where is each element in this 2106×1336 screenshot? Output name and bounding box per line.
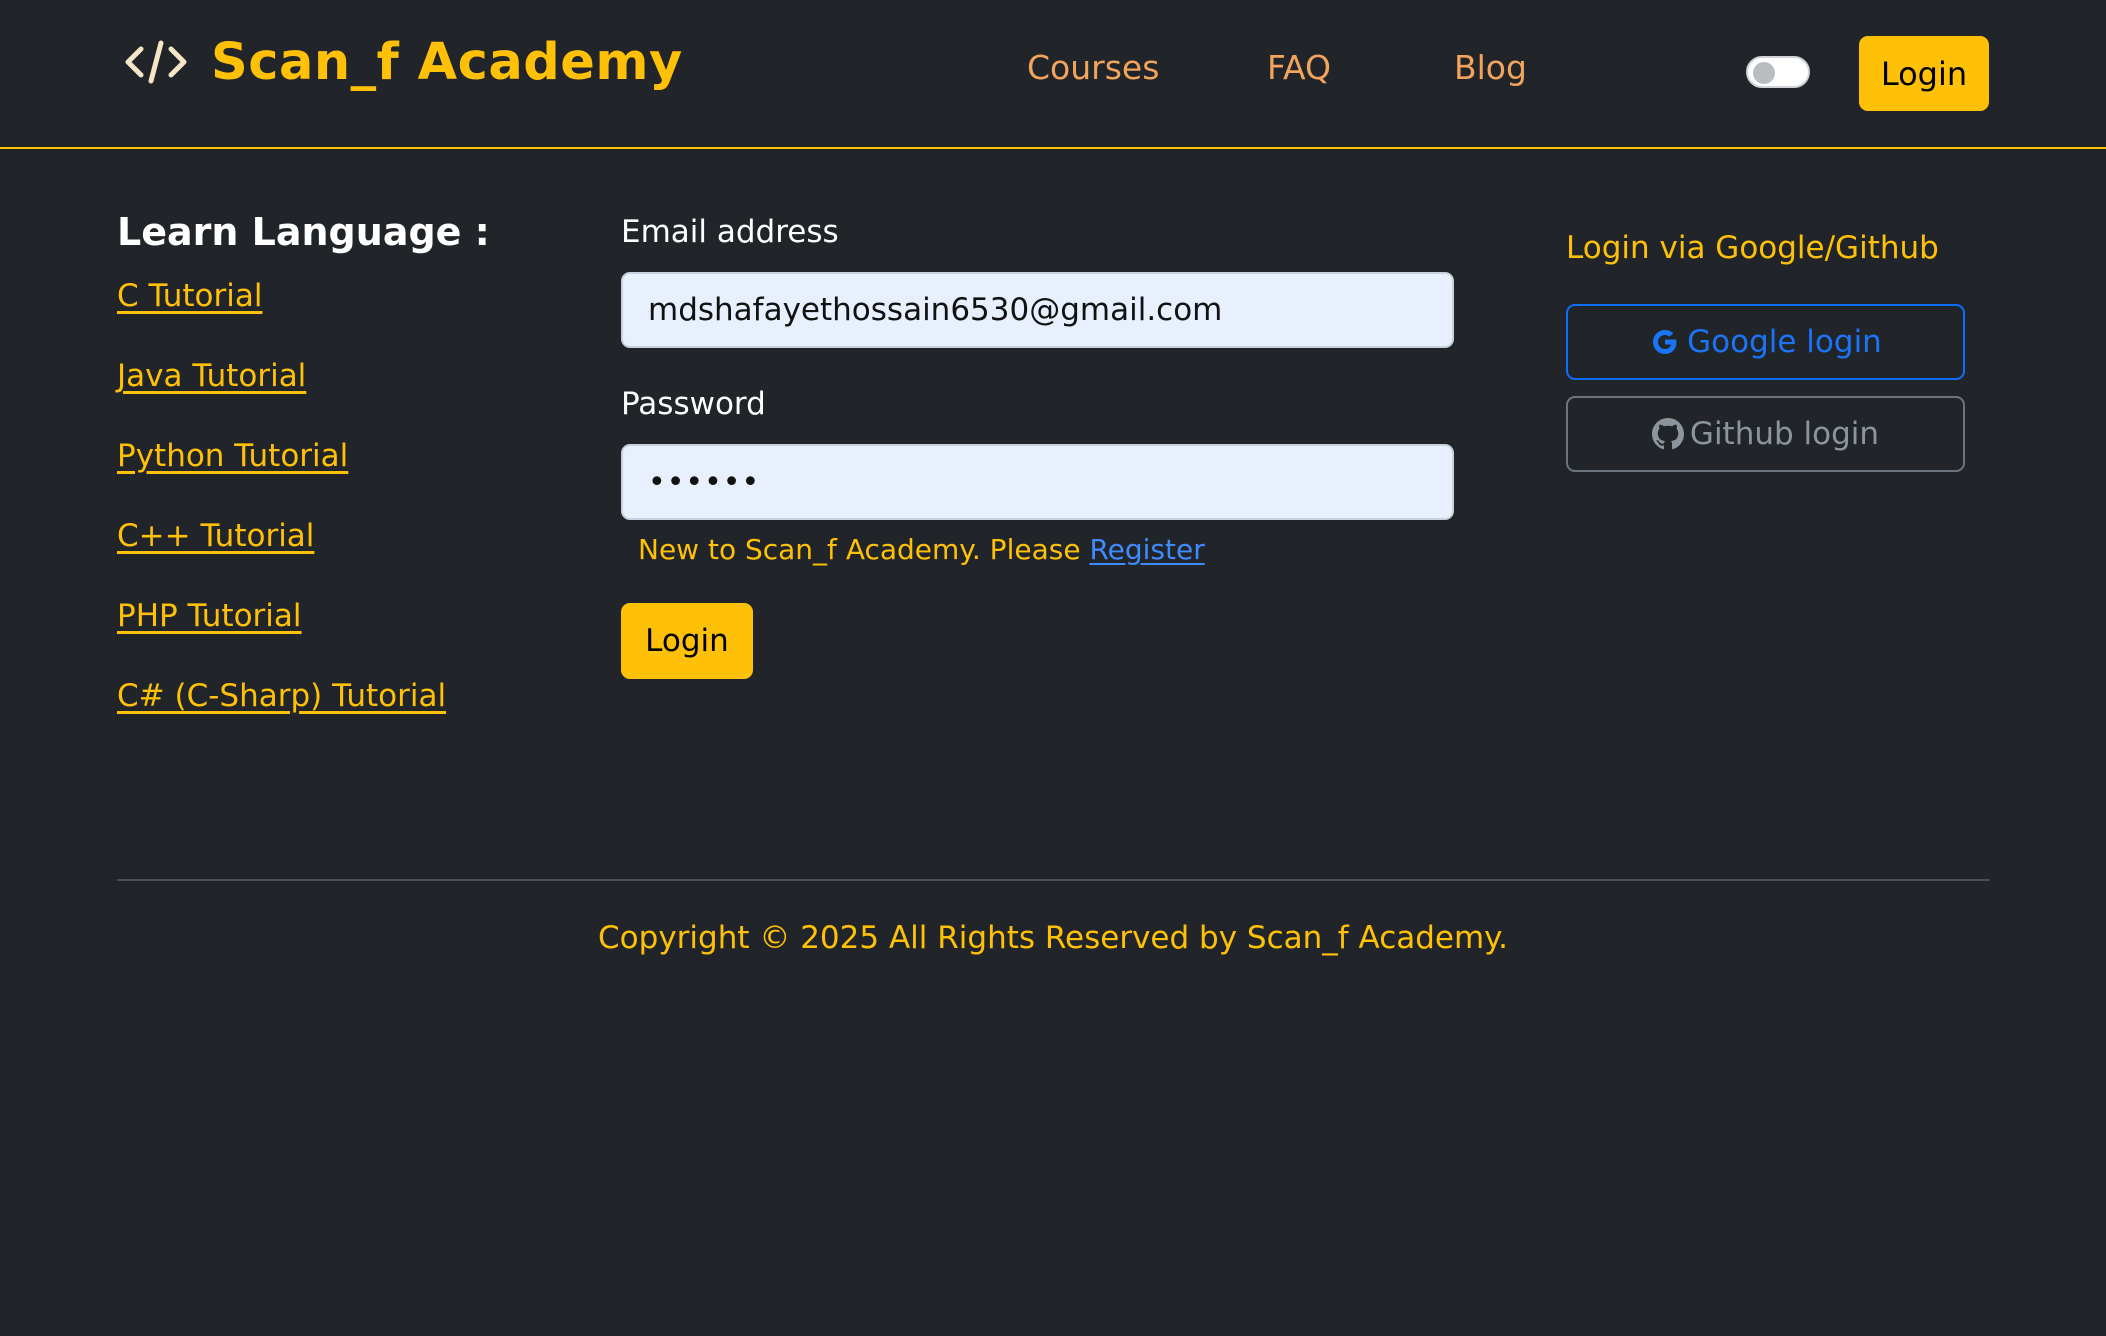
tutorial-link-python[interactable]: Python Tutorial [117, 438, 348, 475]
nav-login-button[interactable]: Login [1859, 36, 1989, 111]
email-field[interactable]: mdshafayethossain6530@gmail.com [621, 272, 1454, 348]
tutorial-link-php[interactable]: PHP Tutorial [117, 598, 302, 635]
google-icon [1649, 326, 1681, 358]
google-login-button[interactable]: Google login [1566, 304, 1965, 380]
theme-toggle[interactable] [1746, 56, 1810, 88]
footer-divider [117, 879, 1990, 881]
password-field-value: •••••• [648, 464, 761, 500]
tutorial-link-cpp[interactable]: C++ Tutorial [117, 518, 314, 555]
email-label: Email address [621, 214, 839, 250]
brand-name: Scan_f Academy [211, 32, 683, 92]
register-prompt-text: New to Scan_f Academy. Please [638, 533, 1081, 566]
tutorial-link-csharp[interactable]: C# (C-Sharp) Tutorial [117, 678, 446, 715]
tutorial-link-java[interactable]: Java Tutorial [117, 358, 306, 395]
register-link[interactable]: Register [1089, 533, 1204, 566]
top-navbar: Scan_f Academy Courses FAQ Blog Login [0, 0, 2106, 149]
social-login-heading: Login via Google/Github [1566, 230, 1939, 266]
copyright-text: Copyright © 2025 All Rights Reserved by … [598, 920, 1508, 956]
login-submit-button[interactable]: Login [621, 603, 753, 679]
register-prompt: New to Scan_f Academy. Please Register [638, 533, 1205, 567]
password-label: Password [621, 386, 766, 422]
brand-logo[interactable]: Scan_f Academy [123, 26, 683, 98]
toggle-knob [1753, 62, 1775, 84]
email-field-value: mdshafayethossain6530@gmail.com [648, 292, 1223, 328]
nav-link-faq[interactable]: FAQ [1267, 48, 1331, 88]
github-login-button[interactable]: Github login [1566, 396, 1965, 472]
learn-language-heading: Learn Language : [117, 210, 490, 254]
code-icon [123, 37, 189, 87]
password-field[interactable]: •••••• [621, 444, 1454, 520]
github-icon [1651, 418, 1684, 450]
tutorial-link-c[interactable]: C Tutorial [117, 278, 262, 315]
nav-link-blog[interactable]: Blog [1454, 48, 1527, 88]
github-login-label: Github login [1689, 416, 1880, 452]
nav-link-courses[interactable]: Courses [1027, 48, 1159, 88]
google-login-label: Google login [1687, 324, 1882, 360]
